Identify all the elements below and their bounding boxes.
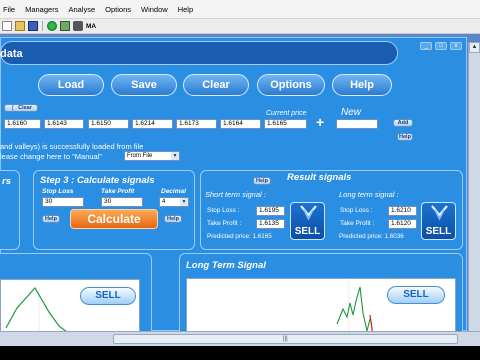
menu-window[interactable]: Window [140, 5, 169, 14]
toolbar-divider [42, 21, 43, 31]
long-term-title: Long term signal : [339, 190, 399, 199]
decimal-value: 4 [162, 199, 166, 205]
data-source-select[interactable]: From File ▼ [124, 151, 180, 161]
new-file-icon[interactable] [2, 21, 12, 31]
long-sell-label: SELL [425, 226, 452, 237]
recycle-icon[interactable] [47, 21, 57, 31]
nav-data-label[interactable]: data [0, 48, 23, 60]
load-button[interactable]: Load [38, 74, 104, 96]
scroll-grip-icon: ||| [283, 336, 288, 342]
chevron-down-icon[interactable]: ▼ [180, 198, 188, 206]
step2-title: rs [2, 176, 11, 187]
new-label: New [341, 107, 362, 118]
window-controls: _ □ x [420, 42, 462, 50]
long-stop-loss-field[interactable]: 1.6210 [388, 206, 417, 216]
long-stop-loss-label: Stop Loss : [340, 207, 373, 214]
long-sell-badge[interactable]: SELL [387, 286, 445, 304]
maximize-button[interactable]: □ [435, 42, 447, 50]
price-field-3[interactable]: 1.6150 [88, 119, 129, 129]
price-field-5[interactable]: 1.6173 [176, 119, 217, 129]
options-button[interactable]: Options [257, 74, 325, 96]
short-predicted-price: Predicted price: 1.6165 [207, 233, 272, 240]
decimal-select[interactable]: 4 ▼ [159, 197, 189, 207]
stop-loss-label: Stop Loss [42, 188, 74, 195]
take-profit-label: Take Profit [101, 188, 135, 195]
chevron-down-icon[interactable]: ▼ [171, 152, 179, 160]
menu-options[interactable]: Options [104, 5, 132, 14]
result-title: Result signals [287, 172, 352, 183]
short-sell-signal[interactable]: SELL [290, 202, 325, 240]
image-icon[interactable] [60, 21, 70, 31]
menu-file[interactable]: File [2, 5, 16, 14]
camera-icon[interactable] [73, 21, 83, 31]
prices-help-button[interactable]: Help [397, 133, 413, 141]
status-line-2: lease change here to "Manual" [0, 152, 103, 161]
long-term-signal-title: Long Term Signal [186, 260, 266, 271]
calculate-button[interactable]: Calculate [70, 209, 158, 229]
long-sell-signal[interactable]: SELL [421, 202, 456, 240]
horizontal-scrollbar[interactable]: ||| [0, 331, 480, 346]
sell-chevron-icon [431, 205, 448, 221]
price-field-6[interactable]: 1.6164 [220, 119, 261, 129]
short-sell-badge[interactable]: SELL [80, 287, 136, 305]
status-line-1: and valleys) is successfully loaded from… [0, 142, 144, 151]
close-button[interactable]: x [450, 42, 462, 50]
save-button[interactable]: Save [111, 74, 177, 96]
menu-analyse[interactable]: Analyse [67, 5, 96, 14]
stop-loss-input[interactable]: 30 [42, 197, 84, 207]
step3-help-left[interactable]: Help [42, 215, 60, 223]
sell-chevron-icon [300, 205, 317, 221]
short-stop-loss-label: Stop Loss : [207, 207, 240, 214]
save-disk-icon[interactable] [28, 21, 38, 31]
short-stop-loss-field[interactable]: 1.6195 [256, 206, 285, 216]
decimal-label: Decimal [161, 188, 186, 195]
current-price-field[interactable]: 1.6165 [264, 119, 307, 129]
data-source-value: From File [127, 153, 153, 159]
long-predicted-price: Predicted price: 1.6036 [339, 233, 404, 240]
menu-bar: File Managers Analyse Options Window Hel… [0, 0, 480, 19]
new-price-input[interactable] [336, 119, 378, 129]
take-profit-input[interactable]: 30 [101, 197, 143, 207]
scroll-up-icon[interactable]: ▲ [469, 42, 480, 53]
step3-help-right[interactable]: Help [164, 215, 182, 223]
short-chart-line [5, 286, 74, 338]
menu-help[interactable]: Help [177, 5, 194, 14]
mini-clear-button[interactable]: Clear [12, 104, 38, 112]
long-chart-line [336, 286, 371, 332]
price-field-1[interactable]: 1.6160 [4, 119, 41, 129]
short-take-profit-label: Take Profit : [207, 220, 242, 227]
open-folder-icon[interactable] [15, 21, 25, 31]
step3-title: Step 3 : Calculate signals [40, 175, 155, 186]
price-field-4[interactable]: 1.6214 [132, 119, 173, 129]
long-take-profit-label: Take Profit : [340, 220, 375, 227]
plus-icon: + [316, 114, 325, 130]
minimize-button[interactable]: _ [420, 42, 432, 50]
menu-managers[interactable]: Managers [24, 5, 59, 14]
clear-button[interactable]: Clear [183, 74, 249, 96]
add-price-button[interactable]: Add [393, 119, 413, 127]
vertical-scrollbar[interactable]: ▲ [468, 42, 480, 331]
result-help-button[interactable]: Help [253, 177, 271, 185]
current-price-label: Current price [266, 110, 307, 117]
toolbar: MA [0, 19, 480, 34]
short-take-profit-field[interactable]: 1.6135 [256, 219, 285, 229]
nav-bar [0, 41, 398, 65]
long-take-profit-field[interactable]: 1.6120 [388, 219, 417, 229]
short-sell-label: SELL [294, 226, 321, 237]
short-term-title: Short term signal : [205, 190, 266, 199]
price-field-2[interactable]: 1.6143 [44, 119, 84, 129]
moving-average-button[interactable]: MA [86, 23, 96, 30]
help-button[interactable]: Help [332, 74, 392, 96]
